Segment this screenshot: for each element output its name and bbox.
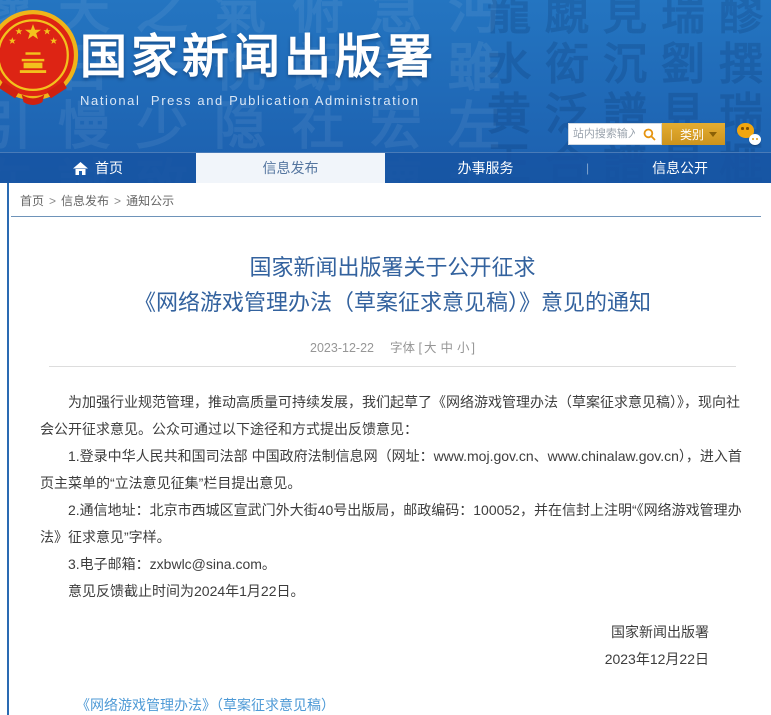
breadcrumb-separator: > [49,194,56,208]
nav-item-home[interactable]: 首页 [0,153,196,183]
nav-item-info-release[interactable]: 信息发布 [196,153,385,183]
breadcrumb-notices[interactable]: 通知公示 [126,194,174,208]
category-label: 类别 [680,126,704,143]
nav-label-services: 办事服务 [458,158,514,178]
breadcrumb-separator: > [114,194,121,208]
article-meta: 2023-12-22 字体 [大中小] [40,337,745,356]
search-box [568,123,662,145]
nav-label-info-release: 信息发布 [263,158,319,178]
nav-item-services[interactable]: 办事服务 [385,153,586,183]
meta-divider [49,366,736,367]
search-icon [643,128,656,141]
top-banner: 懷天之氣俯急沔宇日一悅朗詠雖引慢少隐社宏左在誠致遠風懷大 龍覷見瑞醪水衒沉劉撰黄… [0,0,771,183]
font-size-large[interactable]: 大 [424,341,437,355]
main-nav: 首页 信息发布 办事服务 | 信息公开 [0,152,771,183]
category-divider: | [670,127,673,141]
publish-date: 2023-12-22 [310,341,374,355]
paragraph-channel-3: 3.电子邮箱：zxbwlc@sina.com。 [40,551,745,578]
paragraph-channel-2: 2.通信地址：北京市西城区宣武门外大街40号出版局，邮政编码：100052，并在… [40,497,745,551]
paragraph-intro: 为加强行业规范管理，推动高质量可持续发展，我们起草了《网络游戏管理办法（草案征求… [40,389,745,443]
site-title-english: National Press and Publication Administr… [80,93,437,108]
breadcrumb-info-release[interactable]: 信息发布 [61,194,109,208]
home-icon [73,162,88,175]
chevron-down-icon [709,132,717,137]
paragraph-deadline: 意见反馈截止时间为2024年1月22日。 [40,578,745,605]
site-header: 国家新闻出版署 National Press and Publication A… [0,0,771,152]
page-body: 首页 > 信息发布 > 通知公示 国家新闻出版署关于公开征求 《网络游戏管理办法（草案征… [7,183,771,715]
attachment-link[interactable]: 《网络游戏管理办法》（草案征求意见稿） [76,695,335,715]
site-title: 国家新闻出版署 [80,18,437,87]
search-button[interactable] [639,124,661,144]
nav-label-home: 首页 [95,158,123,178]
category-dropdown[interactable]: | 类别 [662,123,725,145]
signature-date: 2023年12月22日 [40,646,709,673]
search-bar: | 类别 [568,122,761,146]
search-input[interactable] [569,124,639,144]
national-emblem [0,8,80,106]
nav-item-info-disclosure[interactable]: 信息公开 [589,153,771,183]
wechat-icon[interactable] [737,123,761,145]
article-title: 国家新闻出版署关于公开征求 《网络游戏管理办法（草案征求意见稿）》意见的通知 [40,250,745,320]
article-body: 为加强行业规范管理，推动高质量可持续发展，我们起草了《网络游戏管理办法（草案征求… [40,389,745,605]
article-title-line1: 国家新闻出版署关于公开征求 [40,250,745,285]
site-brand: 国家新闻出版署 National Press and Publication A… [80,18,437,108]
font-size-bracket: ] [471,341,474,355]
signature-org: 国家新闻出版署 [40,619,709,646]
font-size-small[interactable]: 小 [457,341,470,355]
notice-article: 国家新闻出版署关于公开征求 《网络游戏管理办法（草案征求意见稿）》意见的通知 2… [9,250,771,715]
paragraph-channel-1: 1.登录中华人民共和国司法部 中国政府法制信息网（网址：www.moj.gov.… [40,443,745,497]
article-title-line2: 《网络游戏管理办法（草案征求意见稿）》意见的通知 [40,285,745,320]
breadcrumb-home[interactable]: 首页 [20,194,44,208]
font-size-medium[interactable]: 中 [440,341,453,355]
breadcrumb: 首页 > 信息发布 > 通知公示 [9,183,771,216]
breadcrumb-divider [11,216,761,217]
font-size-label: 字体 [ [390,341,422,355]
wechat-bubble-small [749,134,761,145]
nav-label-info-disclosure: 信息公开 [652,158,708,178]
